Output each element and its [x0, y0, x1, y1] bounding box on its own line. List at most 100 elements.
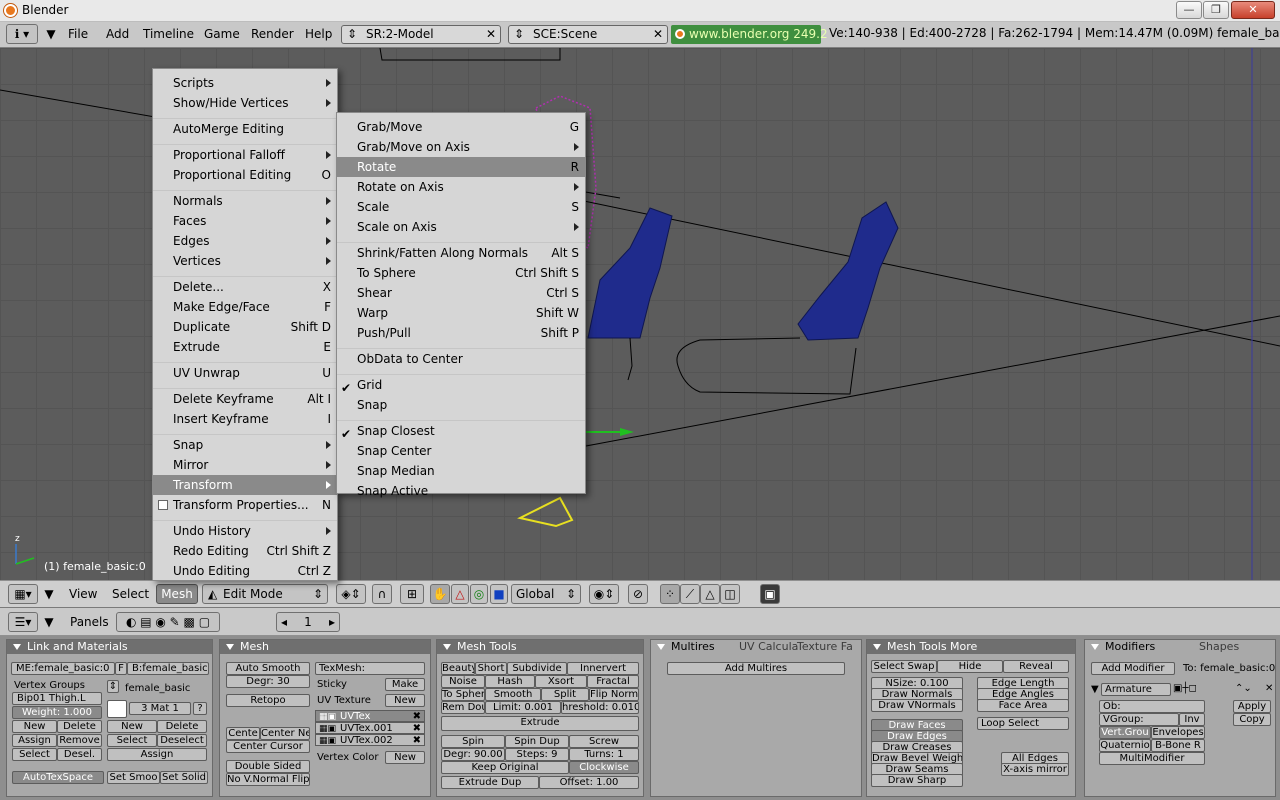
uv-calculation-tab[interactable]: UV Calcula: [739, 640, 798, 654]
beauty-toggle[interactable]: Beauty: [441, 662, 475, 675]
loop-select-selector[interactable]: Loop Select: [977, 717, 1069, 730]
hash-button[interactable]: Hash: [485, 675, 535, 688]
info-window-type-button[interactable]: ℹ ▾: [6, 24, 38, 44]
vgroup-remove-button[interactable]: Remove: [57, 734, 102, 747]
menu-item-scripts[interactable]: Scripts: [153, 73, 337, 93]
close-icon[interactable]: ✕: [486, 26, 496, 43]
draw-sharp-toggle[interactable]: Draw Sharp: [871, 774, 963, 787]
menu-item-undo-history[interactable]: Undo History: [153, 521, 337, 541]
menu-item-delete-keyframe[interactable]: Delete Keyframe Alt I: [153, 389, 337, 409]
draw-vnormals-toggle[interactable]: Draw VNormals: [871, 699, 963, 712]
shapes-tab[interactable]: Shapes: [1199, 640, 1239, 654]
remove-doubles-button[interactable]: Rem Dou: [441, 701, 485, 714]
add-modifier-button[interactable]: Add Modifier: [1091, 662, 1175, 675]
menu-item-faces[interactable]: Faces: [153, 211, 337, 231]
vertex-select-icon[interactable]: ⁘: [660, 584, 680, 604]
envelopes-toggle[interactable]: Envelopes: [1151, 726, 1205, 739]
menu-item-make-edge-face[interactable]: Make Edge/Face F: [153, 297, 337, 317]
menu-item-duplicate[interactable]: Duplicate Shift D: [153, 317, 337, 337]
menu-item-undo-editing[interactable]: Undo Editing Ctrl Z: [153, 561, 337, 581]
no-vnormal-flip-button[interactable]: No V.Normal Flip: [226, 773, 310, 786]
checkbox-icon[interactable]: [158, 500, 168, 510]
pivot-selector[interactable]: ◈⇕: [336, 584, 366, 604]
offset-field[interactable]: Offset: 1.00: [539, 776, 639, 789]
material-assign-button[interactable]: Assign: [107, 748, 207, 761]
page-field[interactable]: ◂ 1 ▸: [276, 612, 340, 632]
link-icon[interactable]: ⊘: [628, 584, 648, 604]
quaternion-toggle[interactable]: Quaternio: [1099, 739, 1151, 752]
screw-button[interactable]: Screw: [569, 735, 639, 748]
material-help-button[interactable]: ?: [193, 702, 207, 715]
flip-normals-button[interactable]: Flip Norm: [589, 688, 639, 701]
menu-item-grab-move-on-axis[interactable]: Grab/Move on Axis: [337, 137, 585, 157]
menu-item-delete[interactable]: Delete... X: [153, 277, 337, 297]
fake-user-button[interactable]: F: [115, 662, 127, 675]
threshold-field[interactable]: hreshold: 0.010: [561, 701, 639, 714]
turns-field[interactable]: Turns: 1: [569, 748, 639, 761]
texture-face-tab[interactable]: Texture Fa: [797, 640, 853, 654]
modifiers-tab[interactable]: Modifiers: [1105, 640, 1155, 653]
select-swap-button[interactable]: Select Swap: [871, 660, 937, 673]
menu-item-redo-editing[interactable]: Redo Editing Ctrl Shift Z: [153, 541, 337, 561]
menu-add[interactable]: Add: [106, 24, 129, 45]
split-button[interactable]: Split: [541, 688, 589, 701]
menu-item-push-pull[interactable]: Push/Pull Shift P: [337, 323, 585, 343]
hand-icon[interactable]: ✋: [430, 584, 450, 604]
multimodifier-toggle[interactable]: MultiModifier: [1099, 752, 1205, 765]
scene-selector[interactable]: SCE:Scene ⇕ ✕: [508, 25, 668, 44]
keep-original-toggle[interactable]: Keep Original: [441, 761, 569, 774]
menu-item-grab-move[interactable]: Grab/Move G: [337, 117, 585, 137]
uv-texture-item[interactable]: ▦▣ UVTex.001 ✖: [315, 722, 425, 734]
menu-item-transform-properties[interactable]: Transform Properties... N: [153, 495, 337, 515]
render-icon[interactable]: ▣: [760, 584, 780, 604]
menu-item-extrude[interactable]: Extrude E: [153, 337, 337, 357]
center-cursor-button[interactable]: Center Cursor: [226, 740, 310, 753]
retopo-button[interactable]: Retopo: [226, 694, 310, 707]
face-area-toggle[interactable]: Face Area: [977, 699, 1069, 712]
vgroup-delete-button[interactable]: Delete: [57, 720, 102, 733]
material-color-swatch[interactable]: [107, 700, 127, 718]
menu-item-snap[interactable]: Snap: [337, 395, 585, 415]
vgroup-field[interactable]: VGroup:: [1099, 713, 1179, 726]
armature-modifier-name[interactable]: Armature: [1101, 683, 1171, 696]
context-buttons[interactable]: ◐ ▤ ◉ ✎ ▩ ▢: [116, 612, 220, 632]
uv-texture-item[interactable]: ▦▣ UVTex ✖: [315, 710, 425, 722]
center-new-button[interactable]: Center Ne: [260, 727, 310, 740]
mode-selector[interactable]: Edit Mode ◭ ⇕: [202, 584, 328, 604]
menu-item-vertices[interactable]: Vertices: [153, 251, 337, 271]
menu-view[interactable]: View: [69, 588, 97, 600]
smooth-button[interactable]: Smooth: [485, 688, 541, 701]
apply-modifier-button[interactable]: Apply: [1233, 700, 1271, 713]
centre-button[interactable]: Cente: [226, 727, 260, 740]
vgroup-assign-button[interactable]: Assign: [12, 734, 57, 747]
menu-item-to-sphere[interactable]: To Sphere Ctrl Shift S: [337, 263, 585, 283]
menu-render[interactable]: Render: [251, 24, 294, 45]
multires-tab[interactable]: Multires: [671, 640, 715, 653]
object-datablock-field[interactable]: B:female_basic:0: [127, 662, 209, 675]
menu-item-edges[interactable]: Edges: [153, 231, 337, 251]
mesh-datablock-field[interactable]: ME:female_basic:0: [11, 662, 115, 675]
menu-item-rotate-on-axis[interactable]: Rotate on Axis: [337, 177, 585, 197]
bbone-rest-toggle[interactable]: B-Bone R: [1151, 739, 1205, 752]
copy-modifier-button[interactable]: Copy: [1233, 713, 1271, 726]
blender-website-button[interactable]: www.blender.org 249.2: [671, 25, 828, 44]
move-updown-icons[interactable]: ⌃⌄: [1235, 683, 1252, 695]
noise-button[interactable]: Noise: [441, 675, 485, 688]
armature-object-field[interactable]: Ob:: [1099, 700, 1205, 713]
close-icon[interactable]: ✕: [1265, 683, 1273, 695]
autotexspace-button[interactable]: AutoTexSpace: [12, 771, 104, 784]
layer-selector[interactable]: ◉⇕: [589, 584, 619, 604]
short-toggle[interactable]: Short: [475, 662, 507, 675]
orientation-selector[interactable]: Global ⇕: [511, 584, 581, 604]
steps-field[interactable]: Steps: 9: [505, 748, 569, 761]
menu-item-snap-median[interactable]: Snap Median: [337, 461, 585, 481]
menu-mesh[interactable]: Mesh: [156, 584, 198, 604]
to-sphere-button[interactable]: To Spher: [441, 688, 485, 701]
fractal-button[interactable]: Fractal: [587, 675, 639, 688]
extrude-dup-button[interactable]: Extrude Dup: [441, 776, 539, 789]
material-selector[interactable]: ⇕: [107, 680, 119, 693]
close-window-button[interactable]: ✕: [1231, 1, 1275, 19]
face-select-icon[interactable]: △: [700, 584, 720, 604]
menu-item-grid[interactable]: Grid ✔: [337, 375, 585, 395]
edge-select-icon[interactable]: ⟋: [680, 584, 700, 604]
